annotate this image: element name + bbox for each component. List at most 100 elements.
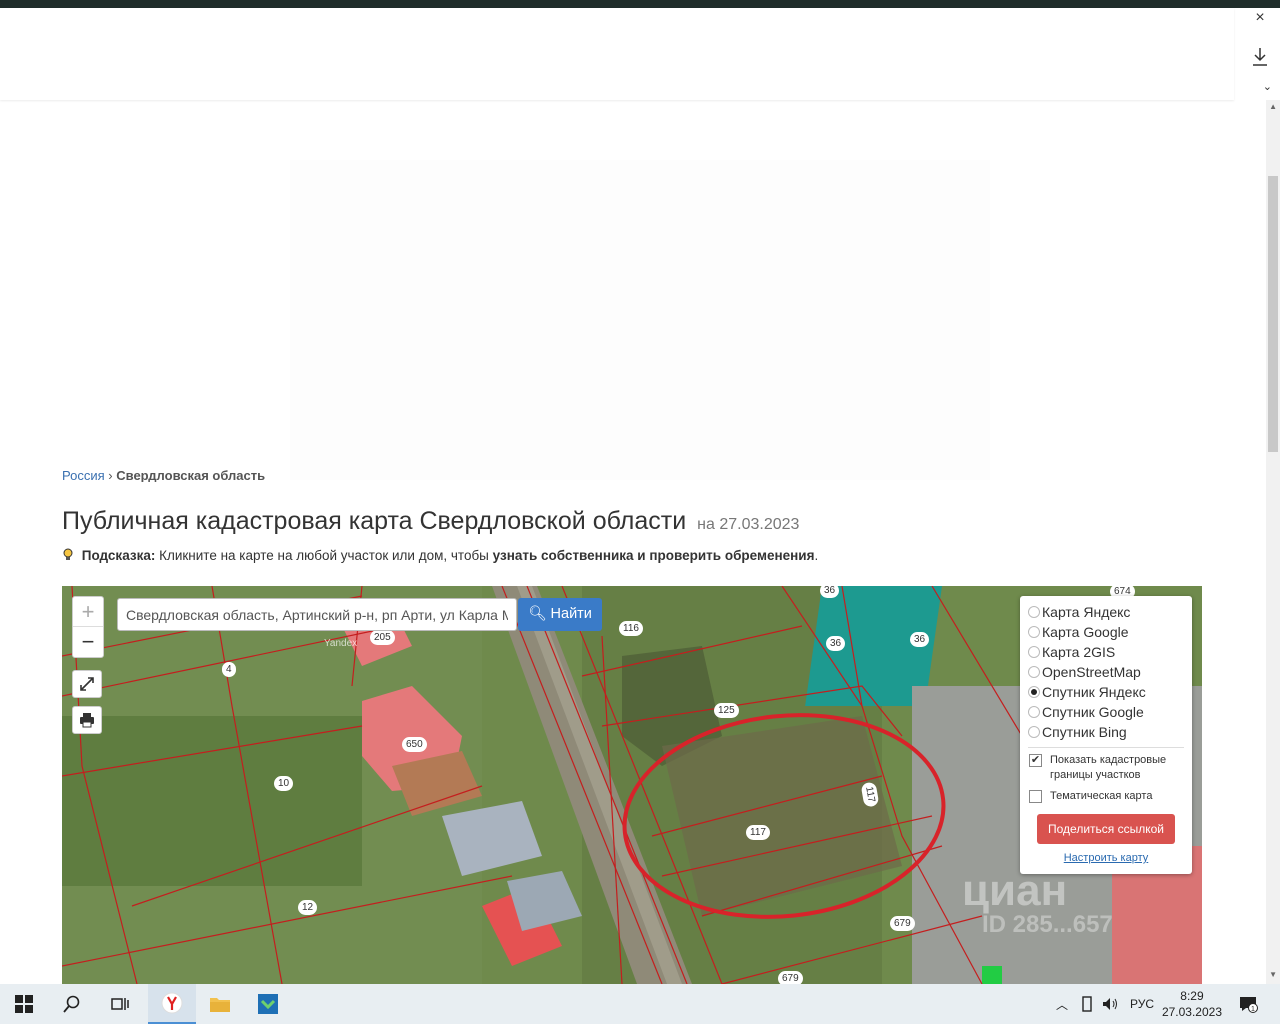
cadastral-map[interactable]: 36 674 36 36 116 205 4 125 650 10 117 11… (62, 586, 1202, 984)
breadcrumb-current: Свердловская область (116, 468, 266, 482)
show-cadastral-label: Показать кадастровые границы участков (1050, 754, 1167, 781)
layer-list: Карта Яндекс Карта Google Карта 2GIS OpenSt… (1028, 602, 1184, 742)
scrollbar-thumb[interactable] (1268, 176, 1278, 452)
scroll-up-arrow[interactable]: ▲ (1269, 102, 1277, 111)
map-layer-panel: Карта Яндекс Карта Google Карта 2GIS OpenSt… (1020, 596, 1192, 874)
parcel-label[interactable]: 10 (274, 776, 294, 791)
page-title-text: Публичная кадастровая карта Свердловской… (62, 507, 687, 535)
parcel-label[interactable]: 117 (746, 825, 770, 840)
configure-map-link[interactable]: Настроить карту (1028, 852, 1184, 864)
expand-icon (80, 677, 94, 691)
search-taskbar-button[interactable] (48, 984, 96, 1024)
parcel-label[interactable]: 205 (370, 630, 395, 645)
window-titlebar (0, 0, 1280, 8)
task-view-icon (111, 998, 129, 1010)
show-cadastral-checkbox[interactable]: ✔ (1029, 754, 1042, 767)
layer-radio[interactable] (1028, 606, 1040, 618)
app-icon (258, 994, 278, 1014)
clock-date: 27.03.2023 (1161, 1005, 1222, 1019)
notification-icon: 1 (1240, 997, 1258, 1013)
notifications-button[interactable]: 1 (1228, 984, 1268, 1024)
clock[interactable]: 8:29 27.03.2023 (1162, 988, 1222, 1020)
speaker-icon[interactable] (1102, 997, 1118, 1011)
share-link-button[interactable]: Поделиться ссылкой (1037, 814, 1175, 844)
layer-radio[interactable] (1028, 646, 1040, 658)
show-cadastral-option[interactable]: ✔ Показать кадастровые границы участков (1028, 753, 1184, 783)
chevron-up-icon[interactable]: ︿ (1056, 996, 1068, 1013)
parcel-label[interactable]: 4 (222, 662, 236, 677)
find-button-label: Найти (550, 606, 592, 622)
parcel-label[interactable]: 36 (910, 632, 930, 647)
search-icon (63, 995, 80, 1013)
layer-radio[interactable] (1028, 686, 1040, 698)
power-icon[interactable] (1080, 996, 1094, 1012)
scroll-down-arrow[interactable]: ▼ (1269, 970, 1277, 979)
system-tray: ︿ РУС (1056, 984, 1154, 1024)
layer-option[interactable]: Спутник Яндекс (1028, 682, 1184, 702)
layer-option[interactable]: Спутник Bing (1028, 722, 1184, 742)
file-explorer-taskbar[interactable] (196, 984, 244, 1024)
layer-option-label: Карта Яндекс (1042, 604, 1131, 620)
page-title-date: на 27.03.2023 (697, 516, 800, 533)
zoom-in-button[interactable]: + (73, 597, 103, 627)
layer-option-label: Карта 2GIS (1042, 644, 1116, 660)
parcel-label[interactable]: 679 (778, 971, 803, 984)
fullscreen-button[interactable] (72, 670, 102, 698)
parcel-label[interactable]: 650 (402, 737, 427, 752)
thematic-map-option[interactable]: Тематическая карта (1028, 789, 1184, 804)
close-icon[interactable]: × (1248, 6, 1272, 30)
layer-option[interactable]: Карта 2GIS (1028, 642, 1184, 662)
address-search-input[interactable] (117, 598, 517, 631)
layer-radio[interactable] (1028, 726, 1040, 738)
app-taskbar[interactable] (244, 984, 292, 1024)
start-button[interactable] (0, 984, 48, 1024)
thematic-map-label: Тематическая карта (1050, 790, 1153, 802)
task-view-button[interactable] (96, 984, 144, 1024)
parcel-label[interactable]: 679 (890, 916, 915, 931)
breadcrumb: Россия › Свердловская область (62, 468, 265, 482)
hint-bold-text: узнать собственника и проверить обремене… (492, 548, 815, 563)
hint-line: Подсказка: Кликните на карте на любой уч… (62, 548, 818, 563)
watermark-id: ID 285...657 (982, 911, 1113, 938)
breadcrumb-separator: › (108, 468, 113, 482)
windows-taskbar: ︿ РУС 8:29 27.03.2023 1 (0, 984, 1280, 1024)
yandex-browser-taskbar[interactable] (148, 984, 196, 1024)
printer-icon (80, 713, 94, 728)
hint-end: . (814, 548, 819, 563)
lightbulb-icon (63, 548, 73, 560)
parcel-label[interactable]: 12 (298, 900, 318, 915)
parcel-label[interactable]: 125 (714, 703, 739, 718)
layer-option-label: Спутник Bing (1042, 724, 1127, 740)
parcel-label[interactable]: 36 (826, 636, 846, 651)
windows-logo-icon (15, 995, 33, 1013)
layer-option-label: Карта Google (1042, 624, 1129, 640)
zoom-out-button[interactable]: − (73, 627, 103, 657)
zoom-control: + − (72, 596, 104, 658)
layer-option[interactable]: OpenStreetMap (1028, 662, 1184, 682)
layer-radio[interactable] (1028, 666, 1040, 678)
breadcrumb-russia-link[interactable]: Россия (62, 468, 105, 482)
print-button[interactable] (72, 706, 102, 734)
yandex-browser-icon (161, 992, 183, 1014)
layer-option[interactable]: Карта Яндекс (1028, 602, 1184, 622)
svg-text:1: 1 (1251, 1006, 1255, 1013)
layer-option[interactable]: Спутник Google (1028, 702, 1184, 722)
find-button[interactable]: 🔍︎ Найти (518, 598, 602, 631)
chevron-down-icon[interactable]: ⌄ (1263, 80, 1272, 93)
download-icon[interactable] (1250, 46, 1270, 68)
thematic-map-checkbox[interactable] (1029, 790, 1042, 803)
parcel-label[interactable]: 36 (820, 586, 840, 598)
parcel-label[interactable]: 116 (619, 621, 643, 636)
clock-time: 8:29 (1180, 989, 1204, 1003)
hint-text: Кликните на карте на любой участок или д… (159, 548, 489, 563)
language-indicator[interactable]: РУС (1130, 997, 1154, 1011)
layer-option-label: Спутник Google (1042, 704, 1144, 720)
folder-icon (210, 998, 230, 1012)
layer-option-label: OpenStreetMap (1042, 664, 1141, 680)
layer-option-label: Спутник Яндекс (1042, 684, 1146, 700)
layer-option[interactable]: Карта Google (1028, 622, 1184, 642)
ad-placeholder (290, 160, 990, 480)
search-icon: 🔍︎ (528, 606, 547, 622)
layer-radio[interactable] (1028, 626, 1040, 638)
layer-radio[interactable] (1028, 706, 1040, 718)
